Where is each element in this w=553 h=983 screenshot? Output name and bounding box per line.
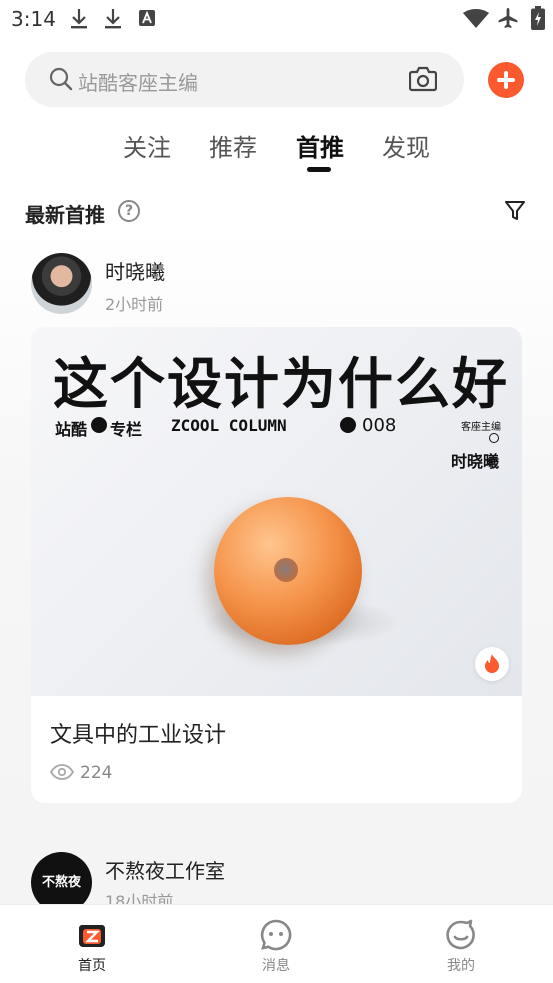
cover-column-cn-2: 专栏: [110, 420, 143, 439]
status-time: 3:14: [11, 7, 56, 31]
nav-messages[interactable]: 消息: [216, 905, 336, 983]
camera-icon[interactable]: [409, 66, 437, 92]
eye-icon: [50, 764, 74, 780]
nav-home-label: 首页: [78, 958, 106, 974]
active-tab-indicator: [307, 167, 331, 172]
post-cover-image[interactable]: 这个设计为什么好 站酷 专栏 ZCOOL COLUMN 008 客座主编 时晓曦: [31, 327, 522, 696]
question-icon[interactable]: ?: [118, 200, 140, 222]
cover-column-en: ZCOOL COLUMN: [171, 416, 287, 435]
cover-ring: [489, 433, 499, 443]
search-icon: [49, 67, 73, 91]
fire-icon: [485, 654, 499, 673]
cover-dot: [340, 417, 356, 433]
cover-dot: [91, 417, 107, 433]
author-name[interactable]: 时晓曦: [105, 256, 165, 285]
post-title[interactable]: 文具中的工业设计: [50, 717, 226, 749]
filter-icon[interactable]: [504, 200, 526, 222]
font-a-icon: [139, 10, 155, 26]
author-name[interactable]: 不熬夜工作室: [105, 855, 225, 884]
cover-column-cn-1: 站酷: [55, 420, 88, 439]
cover-issue: 008: [362, 415, 397, 436]
download-icon: [105, 9, 121, 29]
tab-featured[interactable]: 首推: [296, 128, 344, 163]
nav-home[interactable]: 首页: [32, 905, 152, 983]
post-card[interactable]: 这个设计为什么好 站酷 专栏 ZCOOL COLUMN 008 客座主编 时晓曦…: [31, 327, 522, 803]
tab-recommend[interactable]: 推荐: [209, 128, 257, 163]
search-input[interactable]: 站酷客座主编: [78, 67, 198, 96]
post-time: 2小时前: [105, 295, 164, 314]
cover-editor-role: 客座主编: [461, 422, 501, 433]
tab-follow[interactable]: 关注: [123, 128, 171, 163]
cover-editor-name: 时晓曦: [451, 452, 500, 471]
tab-discover[interactable]: 发现: [382, 128, 430, 163]
nav-profile-label: 我的: [447, 958, 475, 974]
home-z-icon: [79, 925, 105, 947]
nav-messages-label: 消息: [262, 958, 290, 974]
bottom-navigation: 首页 消息 我的: [0, 904, 553, 983]
nav-profile[interactable]: 我的: [401, 905, 521, 983]
profile-icon: [446, 919, 475, 950]
download-icon: [71, 9, 87, 29]
view-count: 224: [80, 763, 113, 783]
section-title: 最新首推: [25, 203, 105, 227]
donut-hole: [274, 558, 298, 582]
status-bar: 3:14: [0, 0, 553, 38]
wifi-icon: [463, 9, 489, 28]
search-bar[interactable]: 站酷客座主编: [25, 52, 464, 107]
avatar[interactable]: [31, 253, 92, 314]
fire-badge[interactable]: [475, 647, 509, 681]
message-icon: [260, 919, 292, 951]
battery-charging-icon: [531, 6, 545, 30]
airplane-icon: [498, 8, 518, 28]
add-button[interactable]: [488, 62, 524, 98]
cover-headline: 这个设计为什么好: [53, 352, 510, 416]
